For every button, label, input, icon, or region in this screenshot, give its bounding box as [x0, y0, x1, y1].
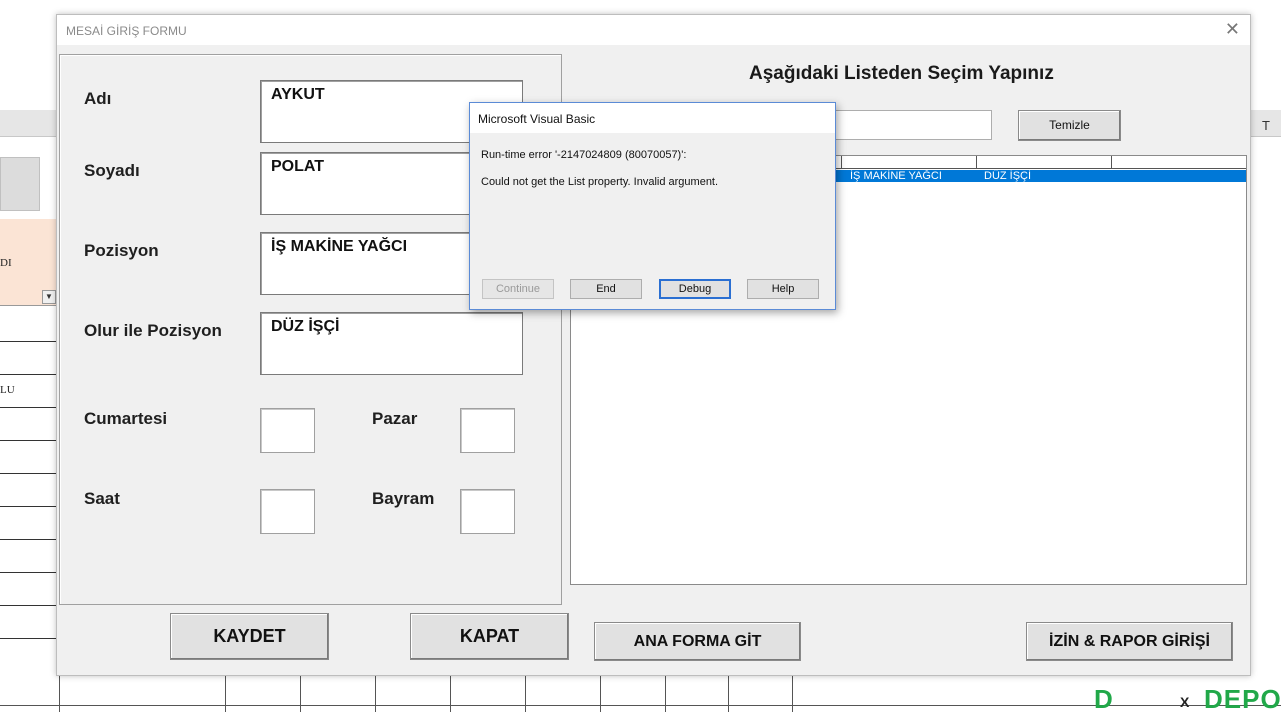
label-adi: Adı — [84, 89, 112, 108]
sheet-gridline — [0, 539, 60, 540]
sheet-cell-text: DI — [0, 257, 12, 269]
sheet-gridline — [0, 473, 60, 474]
form-titlebar: MESAİ GİRİŞ FORMU ✕ — [57, 15, 1250, 45]
cumartesi-field[interactable] — [260, 408, 315, 453]
ana-forma-git-button[interactable]: ANA FORMA GİT — [594, 622, 801, 661]
end-button[interactable]: End — [570, 279, 642, 299]
label-cumartesi: Cumartesi — [84, 409, 168, 428]
sheet-gridline — [0, 638, 60, 639]
olur-pozisyon-field[interactable]: DÜZ İŞÇİ — [260, 312, 523, 375]
label-olur-pozisyon: Olur ile Pozisyon — [84, 321, 222, 340]
form-title: MESAİ GİRİŞ FORMU — [66, 24, 187, 38]
sheet-gridline — [0, 605, 60, 606]
column-header-t: T — [1262, 118, 1270, 133]
sheet-gridline — [0, 572, 60, 573]
list-heading: Aşağıdaki Listeden Seçim Yapınız — [749, 63, 1054, 84]
sheet-gridline — [0, 341, 60, 342]
close-icon[interactable]: ✕ — [1225, 19, 1240, 40]
label-soyadi: Soyadı — [84, 161, 140, 180]
label-bayram: Bayram — [372, 489, 435, 508]
sheet-gridline — [0, 506, 60, 507]
label-pozisyon: Pozisyon — [84, 241, 159, 260]
dialog-title: Microsoft Visual Basic — [478, 112, 596, 126]
error-code-text: Run-time error '-2147024809 (80070057)': — [481, 149, 687, 161]
sheet-header-cell: DI ▼ — [0, 219, 57, 306]
sheet-cell-text: LU — [0, 384, 15, 396]
label-saat: Saat — [84, 489, 120, 508]
label-pazar: Pazar — [372, 409, 418, 428]
continue-button: Continue — [482, 279, 554, 299]
kapat-button[interactable]: KAPAT — [410, 613, 569, 660]
dropdown-arrow-icon[interactable]: ▼ — [42, 290, 56, 304]
izin-rapor-button[interactable]: İZİN & RAPOR GİRİŞİ — [1026, 622, 1233, 661]
error-message-text: Could not get the List property. Invalid… — [481, 176, 719, 188]
list-cell-olur: DÜZ İŞÇİ — [984, 170, 1032, 182]
sheet-cell-gray — [0, 157, 40, 211]
sheet-gridline — [0, 374, 60, 375]
debug-button[interactable]: Debug — [659, 279, 731, 299]
help-button[interactable]: Help — [747, 279, 819, 299]
bayram-field[interactable] — [460, 489, 515, 534]
sheet-gridline — [0, 440, 60, 441]
error-dialog: Microsoft Visual Basic Run-time error '-… — [469, 102, 836, 310]
saat-field[interactable] — [260, 489, 315, 534]
dialog-titlebar: Microsoft Visual Basic — [470, 103, 835, 133]
sheet-bottom-grid — [0, 672, 1281, 712]
kaydet-button[interactable]: KAYDET — [170, 613, 329, 660]
search-input[interactable] — [827, 110, 992, 140]
list-cell-pozisyon: İŞ MAKİNE YAĞCI — [850, 170, 942, 182]
temizle-button[interactable]: Temizle — [1018, 110, 1121, 141]
sheet-gridline — [0, 407, 60, 408]
pazar-field[interactable] — [460, 408, 515, 453]
